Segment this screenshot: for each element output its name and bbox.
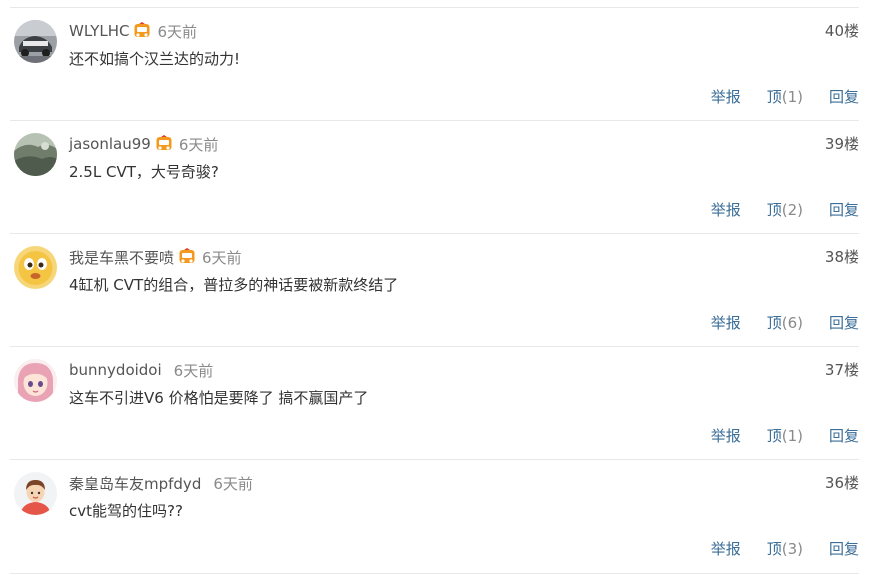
comment-meta: WLYLHC 6天前 xyxy=(69,20,197,42)
like-count: (3) xyxy=(781,540,803,558)
comment-text: 4缸机 CVT的组合，普拉多的神话要被新款终结了 xyxy=(69,276,399,294)
avatar[interactable] xyxy=(14,20,57,63)
avatar[interactable] xyxy=(14,133,57,176)
avatar[interactable] xyxy=(14,472,57,515)
username[interactable]: 秦皇岛车友mpfdyd xyxy=(69,473,201,494)
reply-button[interactable]: 回复 xyxy=(829,312,859,334)
comment-meta: 我是车黑不要喷 6天前 xyxy=(69,246,242,268)
like-button[interactable]: 顶(1) xyxy=(767,425,803,447)
like-count: (6) xyxy=(781,314,803,332)
avatar[interactable] xyxy=(14,246,57,289)
comment-item: bunnydoidoi 6天前 37楼 这车不引进V6 价格怕是要降了 搞不赢国… xyxy=(10,346,859,460)
post-time: 6天前 xyxy=(202,248,242,267)
comment-text: cvt能驾的住吗?? xyxy=(69,502,183,520)
like-label: 顶 xyxy=(766,540,782,558)
comment-actions: 举报 顶(3) 回复 xyxy=(711,538,859,560)
username[interactable]: bunnydoidoi xyxy=(69,361,162,379)
floor-number: 40楼 xyxy=(824,22,859,40)
username[interactable]: jasonlau99 xyxy=(69,135,151,153)
report-button[interactable]: 举报 xyxy=(711,425,741,447)
comment-item: 秦皇岛车友mpfdyd 6天前 36楼 cvt能驾的住吗?? 举报 顶(3) 回… xyxy=(10,459,859,574)
username[interactable]: 我是车黑不要喷 xyxy=(69,247,174,268)
comment-actions: 举报 顶(6) 回复 xyxy=(711,312,859,334)
reply-button[interactable]: 回复 xyxy=(829,425,859,447)
user-badge-icon xyxy=(178,248,196,266)
floor-number: 39楼 xyxy=(824,135,859,153)
comment-text: 2.5L CVT，大号奇骏? xyxy=(69,163,219,181)
floor-number: 36楼 xyxy=(824,474,859,492)
reply-button[interactable]: 回复 xyxy=(829,86,859,108)
comment-list: WLYLHC 6天前 40楼 还不如搞个汉兰达的动力! 举报 顶(1) 回复 j… xyxy=(0,0,884,575)
comment-meta: bunnydoidoi 6天前 xyxy=(69,359,213,381)
like-count: (1) xyxy=(781,427,803,445)
floor-number: 38楼 xyxy=(824,248,859,266)
report-button[interactable]: 举报 xyxy=(711,538,741,560)
username[interactable]: WLYLHC xyxy=(69,22,129,40)
like-label: 顶 xyxy=(766,201,782,219)
avatar[interactable] xyxy=(14,359,57,402)
like-label: 顶 xyxy=(766,88,782,106)
post-time: 6天前 xyxy=(213,474,253,493)
report-button[interactable]: 举报 xyxy=(711,312,741,334)
like-button[interactable]: 顶(1) xyxy=(767,86,803,108)
like-button[interactable]: 顶(3) xyxy=(767,538,803,560)
user-badge-icon xyxy=(155,135,173,153)
comment-actions: 举报 顶(1) 回复 xyxy=(711,86,859,108)
comment-text: 这车不引进V6 价格怕是要降了 搞不赢国产了 xyxy=(69,389,369,407)
report-button[interactable]: 举报 xyxy=(711,86,741,108)
user-badge-icon xyxy=(133,22,151,40)
comment-actions: 举报 顶(1) 回复 xyxy=(711,425,859,447)
like-label: 顶 xyxy=(766,427,782,445)
like-count: (2) xyxy=(781,201,803,219)
comment-item: 我是车黑不要喷 6天前 38楼 4缸机 CVT的组合，普拉多的神话要被新款终结了… xyxy=(10,233,859,347)
report-button[interactable]: 举报 xyxy=(711,199,741,221)
like-label: 顶 xyxy=(766,314,782,332)
comment-item: WLYLHC 6天前 40楼 还不如搞个汉兰达的动力! 举报 顶(1) 回复 xyxy=(10,7,859,121)
comment-meta: 秦皇岛车友mpfdyd 6天前 xyxy=(69,472,253,494)
post-time: 6天前 xyxy=(173,361,214,380)
comment-meta: jasonlau99 6天前 xyxy=(69,133,218,155)
comment-text: 还不如搞个汉兰达的动力! xyxy=(69,50,241,68)
post-time: 6天前 xyxy=(178,135,219,154)
reply-button[interactable]: 回复 xyxy=(829,199,859,221)
like-button[interactable]: 顶(2) xyxy=(767,199,803,221)
floor-number: 37楼 xyxy=(824,361,859,379)
comment-item: jasonlau99 6天前 39楼 2.5L CVT，大号奇骏? 举报 顶(2… xyxy=(10,120,859,234)
post-time: 6天前 xyxy=(157,22,198,41)
comment-actions: 举报 顶(2) 回复 xyxy=(711,199,859,221)
like-button[interactable]: 顶(6) xyxy=(767,312,803,334)
like-count: (1) xyxy=(781,88,803,106)
reply-button[interactable]: 回复 xyxy=(829,538,859,560)
